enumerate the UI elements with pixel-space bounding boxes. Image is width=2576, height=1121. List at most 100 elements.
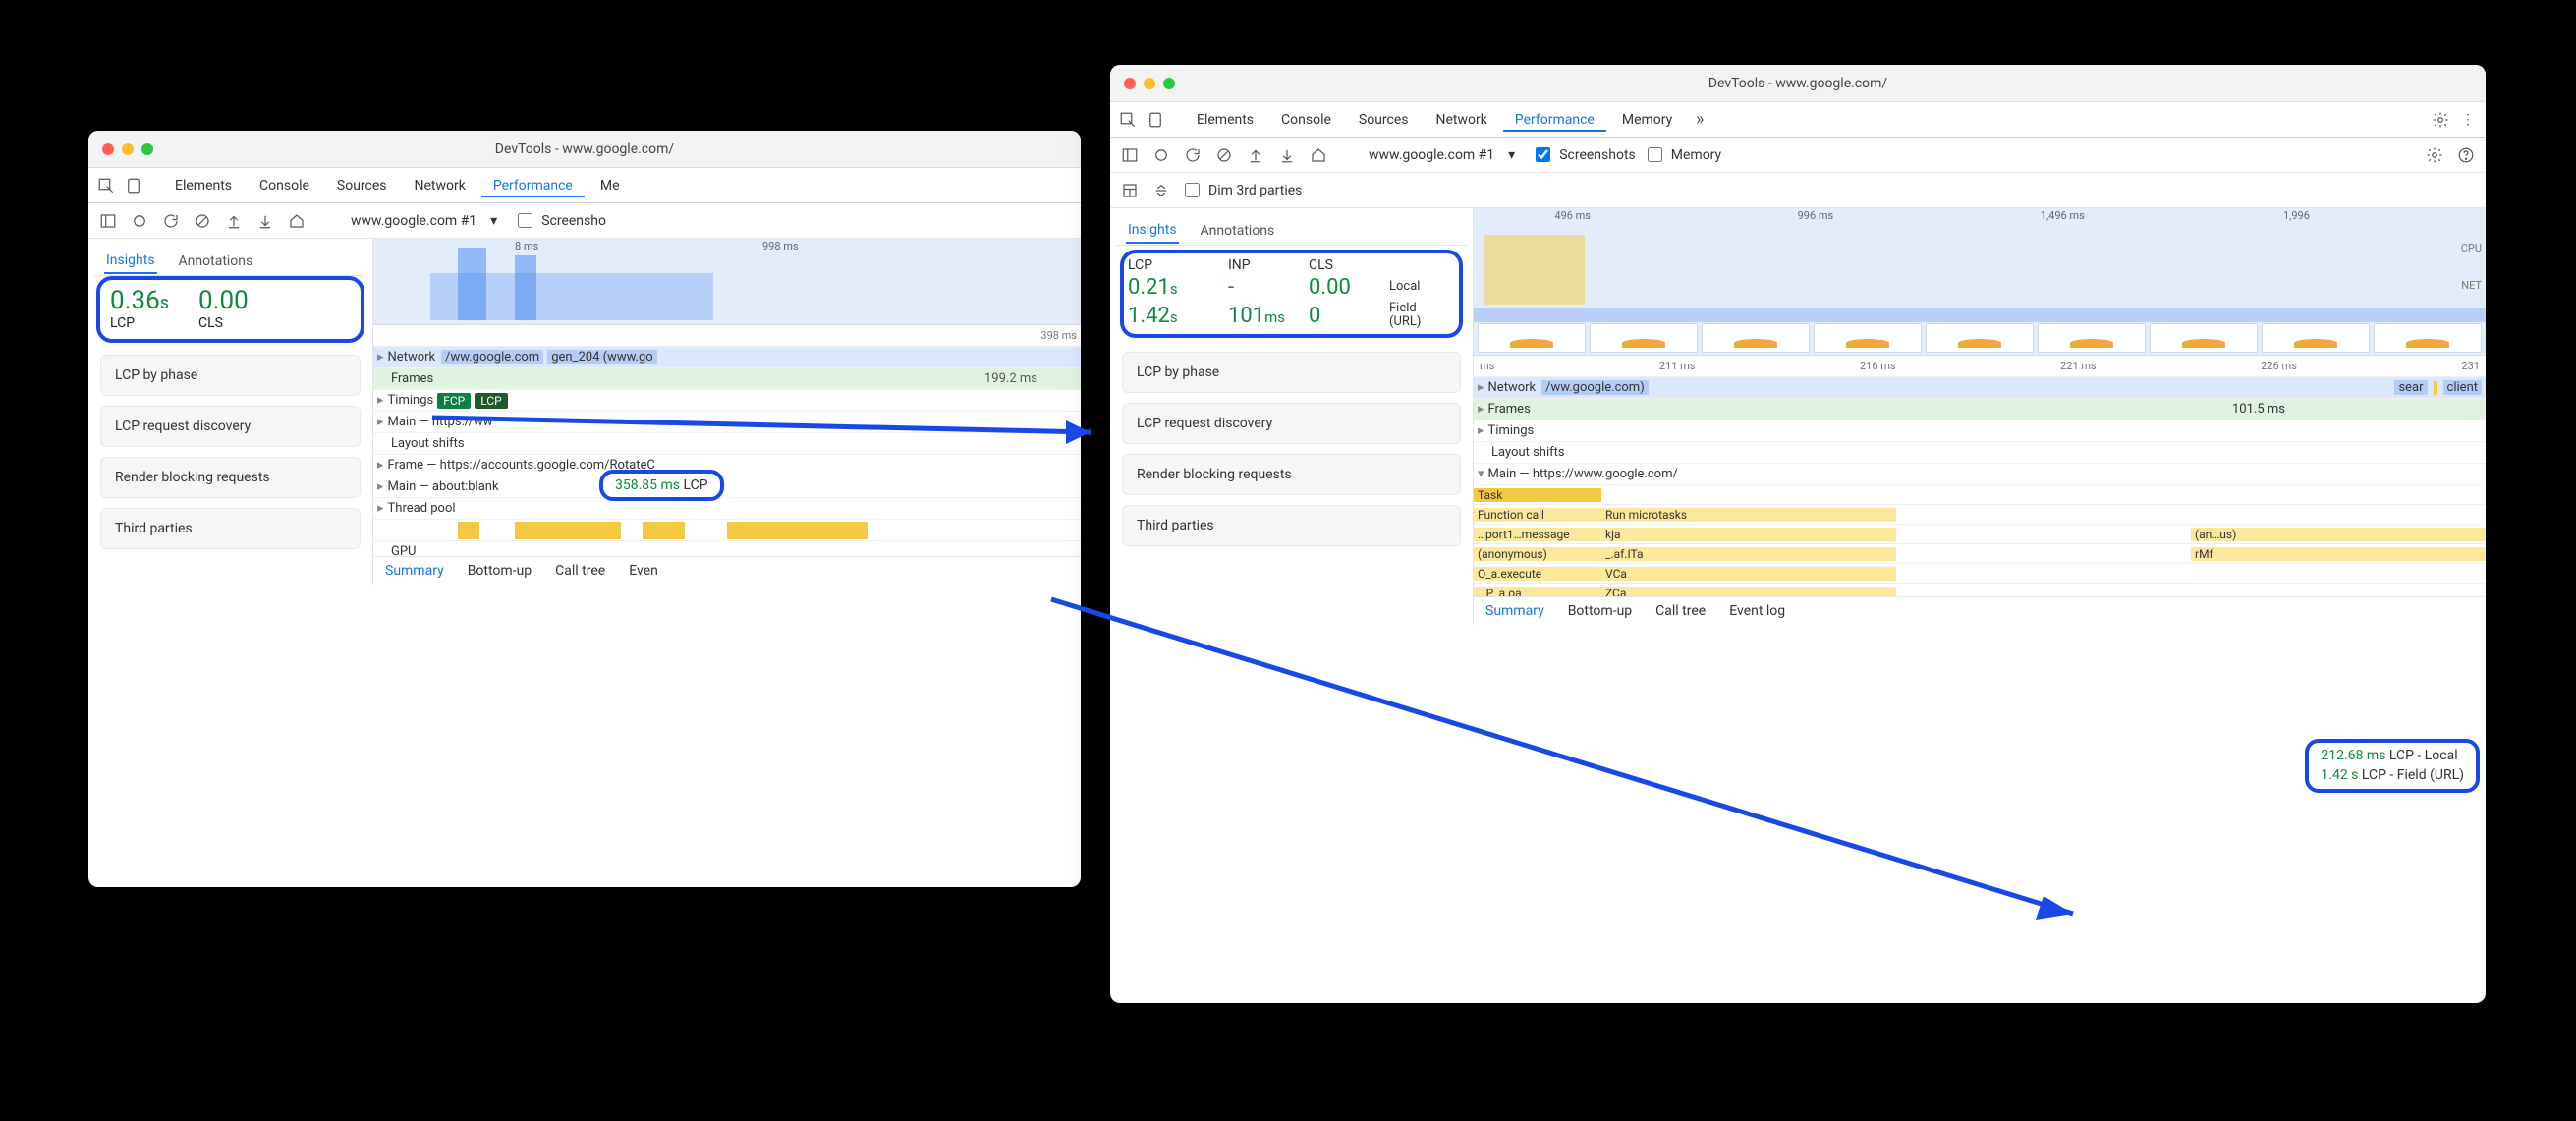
insight-lcp-discovery[interactable]: LCP request discovery [100, 406, 361, 447]
tab-network[interactable]: Network [403, 174, 477, 197]
bt-event-log[interactable]: Even [629, 563, 658, 579]
insight-lcp-discovery[interactable]: LCP request discovery [1122, 403, 1461, 444]
inspect-icon[interactable] [94, 174, 118, 197]
more-tabs-icon[interactable]: » [1688, 108, 1711, 132]
minimize-icon[interactable] [1144, 78, 1155, 89]
tab-console[interactable]: Console [1269, 108, 1343, 132]
flame-row[interactable]: Task [1474, 485, 2486, 505]
device-icon[interactable] [122, 174, 145, 197]
sidebar-toggle-icon[interactable] [1118, 143, 1142, 167]
home-icon[interactable] [1307, 143, 1330, 167]
zoom-icon[interactable] [141, 143, 153, 155]
thumb[interactable] [1478, 323, 1586, 353]
memory-input[interactable] [1648, 147, 1662, 162]
reload-icon[interactable] [1181, 143, 1204, 167]
track-layout-shifts[interactable]: Layout shifts [373, 433, 1081, 455]
track-timings[interactable]: ▸Timings FCP LCP [373, 390, 1081, 412]
tab-console[interactable]: Console [248, 174, 321, 197]
tab-network[interactable]: Network [1425, 108, 1499, 132]
flame-row[interactable]: Function callRun microtasks [1474, 505, 2486, 525]
subtab-annotations[interactable]: Annotations [1199, 219, 1277, 243]
collapse-icon[interactable] [1149, 179, 1173, 202]
screenshots-input[interactable] [1536, 147, 1550, 162]
track-network[interactable]: ▸Network /ww.google.com) sear client [1474, 377, 2486, 399]
insight-render-blocking[interactable]: Render blocking requests [100, 457, 361, 498]
insight-third-parties[interactable]: Third parties [100, 508, 361, 549]
bt-call-tree[interactable]: Call tree [555, 563, 605, 579]
screenshots-checkbox[interactable]: Screensho [514, 210, 606, 231]
bt-event-log[interactable]: Event log [1729, 603, 1785, 619]
track-network[interactable]: ▸Network /ww.google.com gen_204 (www.go [373, 347, 1081, 368]
bt-bottom-up[interactable]: Bottom-up [468, 563, 532, 579]
insight-lcp-by-phase[interactable]: LCP by phase [100, 355, 361, 396]
track-main[interactable]: ▾Main — https://www.google.com/ [1474, 464, 2486, 485]
gear-icon[interactable] [2429, 108, 2452, 132]
upload-icon[interactable] [1244, 143, 1267, 167]
tab-sources[interactable]: Sources [325, 174, 399, 197]
close-icon[interactable] [1124, 78, 1136, 89]
bt-summary[interactable]: Summary [385, 563, 444, 579]
thumb[interactable] [1590, 323, 1698, 353]
treemap-icon[interactable] [1118, 179, 1142, 202]
screenshots-input[interactable] [518, 213, 532, 228]
track-timings[interactable]: ▸Timings [1474, 420, 2486, 442]
subtab-annotations[interactable]: Annotations [177, 250, 255, 273]
clear-icon[interactable] [191, 209, 214, 233]
download-icon[interactable] [1275, 143, 1299, 167]
minimize-icon[interactable] [122, 143, 134, 155]
track-main[interactable]: ▸Main — https://ww [373, 412, 1081, 433]
tab-sources[interactable]: Sources [1347, 108, 1421, 132]
close-icon[interactable] [102, 143, 114, 155]
kebab-icon[interactable]: ⋮ [2456, 108, 2480, 132]
flame-row[interactable]: O_a.executeVCa [1474, 564, 2486, 584]
dim-3rd-input[interactable] [1185, 183, 1200, 197]
bt-bottom-up[interactable]: Bottom-up [1568, 603, 1632, 619]
flame-row[interactable]: (anonymous)_.af.ITarMf [1474, 544, 2486, 564]
thumb[interactable] [2150, 323, 2258, 353]
device-icon[interactable] [1144, 108, 1167, 132]
timeline-overview[interactable]: 496 ms 996 ms 1,496 ms 1,996 CPU NET [1474, 208, 2486, 356]
gear-icon[interactable] [2423, 143, 2446, 167]
flame-row[interactable]: …port1…messagekja(an…us) [1474, 525, 2486, 544]
insight-lcp-by-phase[interactable]: LCP by phase [1122, 352, 1461, 393]
insight-third-parties[interactable]: Third parties [1122, 505, 1461, 546]
inspect-icon[interactable] [1116, 108, 1140, 132]
thumb[interactable] [1702, 323, 1810, 353]
record-icon[interactable] [1149, 143, 1173, 167]
flame-chart[interactable]: TaskFunction callRun microtasks…port1…me… [1474, 485, 2486, 603]
clear-icon[interactable] [1212, 143, 1236, 167]
tab-performance[interactable]: Performance [481, 174, 585, 197]
bt-summary[interactable]: Summary [1485, 603, 1544, 619]
reload-icon[interactable] [159, 209, 183, 233]
upload-icon[interactable] [222, 209, 246, 233]
subtab-insights[interactable]: Insights [104, 249, 157, 274]
tab-elements[interactable]: Elements [163, 174, 244, 197]
track-frame-rotate[interactable]: ▸Frame — https://accounts.google.com/Rot… [373, 455, 1081, 476]
recording-selector[interactable]: www.google.com #1 ▾ [342, 210, 506, 232]
dim-3rd-checkbox[interactable]: Dim 3rd parties [1181, 180, 1302, 200]
sidebar-toggle-icon[interactable] [96, 209, 120, 233]
timeline-overview[interactable]: 8 ms 998 ms [373, 239, 1081, 325]
track-thread-pool[interactable]: ▸Thread pool [373, 498, 1081, 520]
thumb[interactable] [2038, 323, 2146, 353]
help-icon[interactable] [2454, 143, 2478, 167]
thumb[interactable] [1814, 323, 1922, 353]
memory-checkbox[interactable]: Memory [1644, 144, 1721, 165]
screenshots-checkbox[interactable]: Screenshots [1532, 144, 1636, 165]
home-icon[interactable] [285, 209, 308, 233]
track-main-blank[interactable]: ▸Main — about:blank [373, 476, 1081, 498]
thumb[interactable] [1926, 323, 2034, 353]
track-frames[interactable]: Frames 199.2 ms [373, 368, 1081, 390]
tab-memory[interactable]: Memory [1610, 108, 1684, 132]
thumb[interactable] [2374, 323, 2482, 353]
bt-call-tree[interactable]: Call tree [1655, 603, 1706, 619]
zoom-icon[interactable] [1163, 78, 1175, 89]
subtab-insights[interactable]: Insights [1126, 218, 1179, 244]
track-layout-shifts[interactable]: Layout shifts [1474, 442, 2486, 464]
recording-selector[interactable]: www.google.com #1 ▾ [1360, 144, 1524, 166]
record-icon[interactable] [128, 209, 151, 233]
tab-memory-trunc[interactable]: Me [588, 174, 632, 197]
track-frames[interactable]: ▸Frames 101.5 ms [1474, 399, 2486, 420]
tab-elements[interactable]: Elements [1185, 108, 1265, 132]
insight-render-blocking[interactable]: Render blocking requests [1122, 454, 1461, 495]
